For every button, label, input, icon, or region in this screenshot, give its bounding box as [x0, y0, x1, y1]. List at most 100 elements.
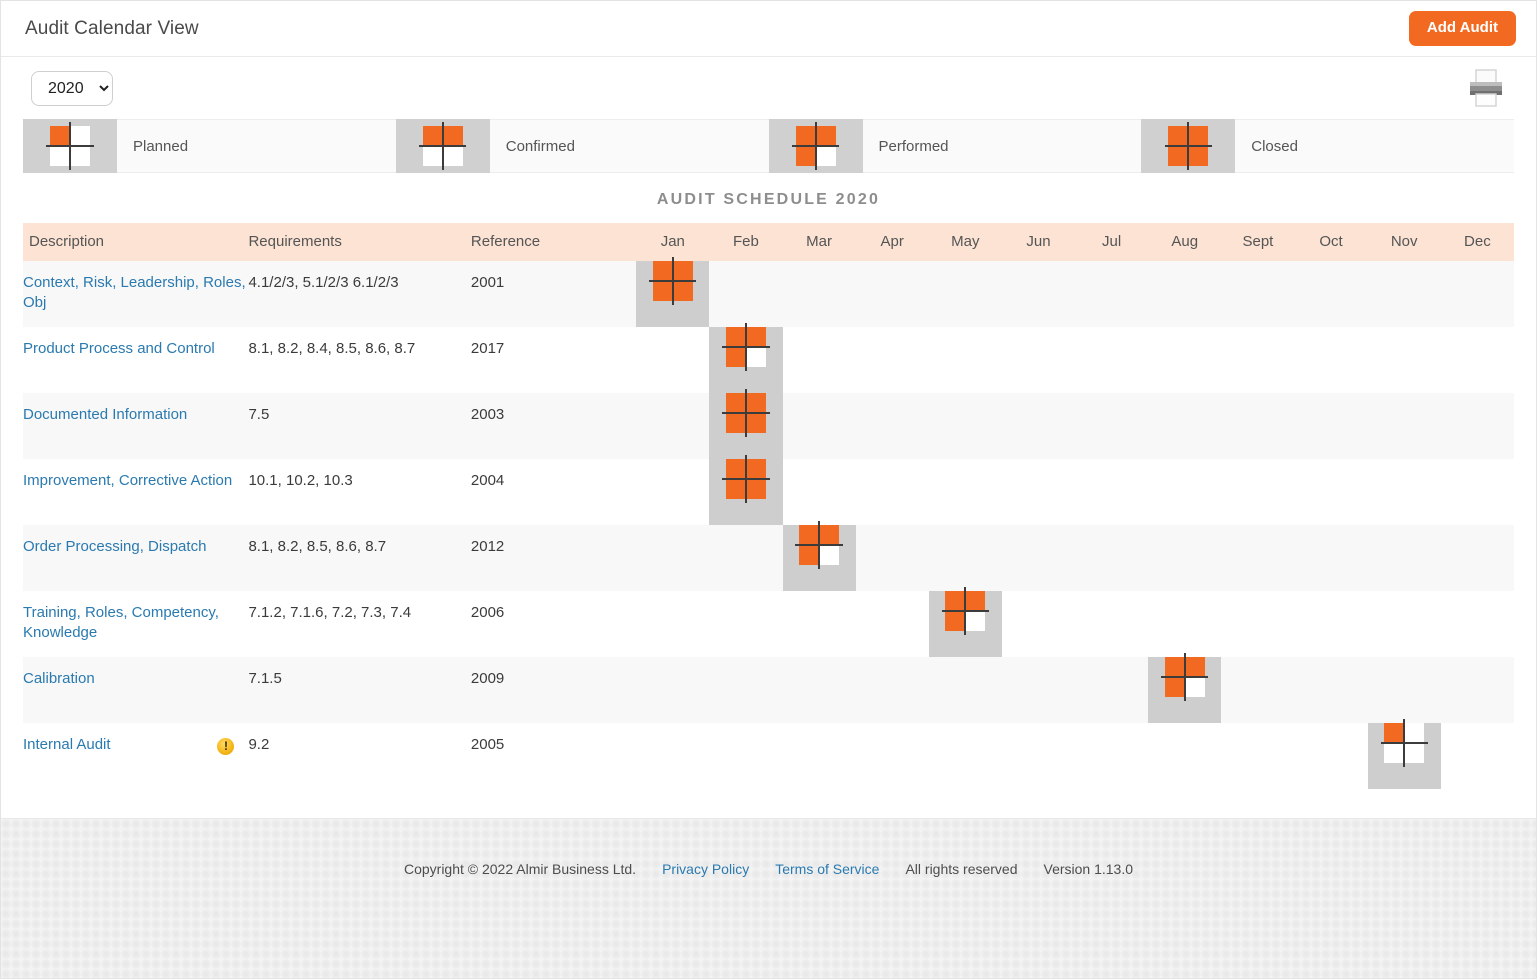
- cell-month-jun: [1001, 327, 1076, 393]
- cell-description: Calibration: [23, 657, 249, 723]
- cell-month-jul: [1075, 393, 1149, 459]
- cell-month-jul: [1075, 657, 1149, 723]
- status-marker-closed: [722, 455, 770, 503]
- cell-month-may: [928, 657, 1002, 723]
- cell-description: Product Process and Control: [23, 327, 249, 393]
- cell-month-jan[interactable]: [636, 257, 710, 327]
- cell-month-apr: [855, 393, 929, 459]
- cell-month-dec: [1440, 327, 1514, 393]
- cell-month-sept: [1221, 261, 1295, 327]
- cell-description: Order Processing, Dispatch: [23, 525, 249, 591]
- cell-requirements: 4.1/2/3, 5.1/2/3 6.1/2/3: [248, 261, 471, 327]
- cell-month-feb[interactable]: [709, 455, 783, 525]
- table-row: Calibration 7.1.5 2009: [23, 653, 1514, 723]
- legend-label: Planned: [133, 137, 189, 155]
- cell-month-jan: [636, 525, 710, 591]
- status-marker-performed: [1161, 653, 1209, 701]
- legend-item-closed: Closed: [1141, 119, 1514, 173]
- cell-requirements: 10.1, 10.2, 10.3: [248, 459, 471, 525]
- legend-label: Performed: [878, 137, 949, 155]
- column-header-month-sept: Sept: [1221, 223, 1295, 261]
- cell-month-jan: [636, 657, 710, 723]
- audit-description-link[interactable]: Context, Risk, Leadership, Roles, Obj: [23, 274, 246, 311]
- cell-month-nov: [1367, 657, 1441, 723]
- cell-month-jun: [1001, 723, 1076, 789]
- cell-month-aug: [1148, 327, 1222, 393]
- cell-month-apr: [855, 327, 929, 393]
- column-header-requirements: Requirements: [248, 223, 471, 261]
- cell-requirements: 8.1, 8.2, 8.5, 8.6, 8.7: [248, 525, 471, 591]
- planned-icon: [23, 119, 117, 173]
- status-marker-performed: [722, 323, 770, 371]
- audit-description-link[interactable]: Documented Information: [23, 406, 187, 423]
- cell-reference: 2003: [470, 393, 637, 459]
- header-row: Description Requirements Reference Jan F…: [23, 223, 1514, 261]
- cell-month-mar[interactable]: [782, 521, 856, 591]
- cell-month-jan: [636, 327, 710, 393]
- table-header: Description Requirements Reference Jan F…: [23, 223, 1514, 261]
- cell-month-jun: [1001, 459, 1076, 525]
- table-row: Order Processing, Dispatch 8.1, 8.2, 8.5,…: [23, 521, 1514, 591]
- cell-month-aug: [1148, 393, 1222, 459]
- cell-requirements: 8.1, 8.2, 8.4, 8.5, 8.6, 8.7: [248, 327, 471, 393]
- printer-icon[interactable]: [1464, 67, 1508, 109]
- table-body: Context, Risk, Leadership, Roles, Obj 4.1…: [23, 257, 1514, 789]
- cell-month-aug[interactable]: [1148, 653, 1222, 723]
- cell-month-mar: [782, 459, 856, 525]
- cell-description: Improvement, Corrective Action: [23, 459, 249, 525]
- column-header-month-jul: Jul: [1075, 223, 1149, 261]
- cell-month-dec: [1440, 393, 1514, 459]
- cell-description: Internal Audit!: [23, 723, 249, 789]
- cell-month-may: [928, 525, 1002, 591]
- cell-month-mar: [782, 261, 856, 327]
- column-header-month-aug: Aug: [1148, 223, 1222, 261]
- cell-reference: 2005: [470, 723, 637, 789]
- footer-copyright: Copyright © 2022 Almir Business Ltd.: [403, 861, 637, 877]
- cell-month-jul: [1075, 261, 1149, 327]
- table-row: Context, Risk, Leadership, Roles, Obj 4.1…: [23, 257, 1514, 327]
- cell-month-nov[interactable]: [1367, 719, 1441, 789]
- audit-description-link[interactable]: Training, Roles, Competency, Knowledge: [23, 604, 219, 641]
- cell-month-oct: [1294, 591, 1368, 657]
- audit-description-link[interactable]: Improvement, Corrective Action: [23, 472, 232, 489]
- cell-month-feb[interactable]: [709, 323, 783, 393]
- table-row: Product Process and Control 8.1, 8.2, 8.4…: [23, 323, 1514, 393]
- cell-month-jul: [1075, 591, 1149, 657]
- cell-description: Context, Risk, Leadership, Roles, Obj: [23, 261, 249, 327]
- cell-month-sept: [1221, 393, 1295, 459]
- table-row: Improvement, Corrective Action 10.1, 10.2…: [23, 455, 1514, 525]
- column-header-month-jan: Jan: [636, 223, 710, 261]
- cell-month-apr: [855, 525, 929, 591]
- year-select[interactable]: 2020: [31, 70, 113, 106]
- audit-description-link[interactable]: Internal Audit: [23, 736, 111, 753]
- cell-month-mar: [782, 723, 856, 789]
- cell-requirements: 7.5: [248, 393, 471, 459]
- column-header-month-oct: Oct: [1294, 223, 1368, 261]
- cell-month-aug: [1148, 261, 1222, 327]
- legend-item-performed: Performed: [768, 119, 1142, 173]
- cell-month-apr: [855, 459, 929, 525]
- cell-month-jan: [636, 459, 710, 525]
- audit-description-link[interactable]: Order Processing, Dispatch: [23, 538, 206, 555]
- cell-month-may[interactable]: [928, 587, 1002, 657]
- add-audit-button[interactable]: Add Audit: [1408, 11, 1516, 46]
- cell-requirements: 7.1.2, 7.1.6, 7.2, 7.3, 7.4: [248, 591, 471, 657]
- cell-month-may: [928, 261, 1002, 327]
- footer-version: Version 1.13.0: [1043, 861, 1134, 877]
- cell-month-jun: [1001, 657, 1076, 723]
- legend-label: Closed: [1251, 137, 1298, 155]
- column-header-month-nov: Nov: [1367, 223, 1441, 261]
- audit-description-link[interactable]: Calibration: [23, 670, 95, 687]
- privacy-policy-link[interactable]: Privacy Policy: [662, 861, 749, 877]
- cell-month-nov: [1367, 459, 1441, 525]
- cell-month-dec: [1440, 261, 1514, 327]
- cell-month-feb[interactable]: [709, 389, 783, 459]
- cell-description: Training, Roles, Competency, Knowledge: [23, 591, 249, 657]
- cell-month-nov: [1367, 393, 1441, 459]
- audit-description-link[interactable]: Product Process and Control: [23, 340, 215, 357]
- warning-icon[interactable]: !: [217, 736, 235, 756]
- page-footer: Copyright © 2022 Almir Business Ltd. Pri…: [1, 818, 1536, 978]
- terms-of-service-link[interactable]: Terms of Service: [775, 861, 879, 877]
- status-legend: Planned Confirmed Performed Closed: [23, 119, 1514, 173]
- cell-month-may: [928, 327, 1002, 393]
